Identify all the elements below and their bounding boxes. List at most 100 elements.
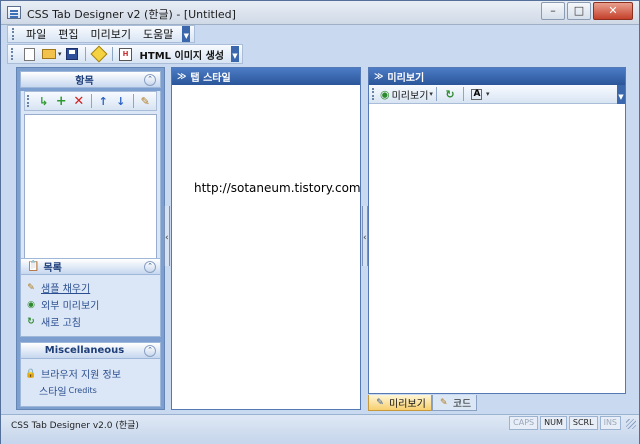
browser-support-link[interactable]: 🔒 브라우저 지원 정보 <box>21 365 160 382</box>
caps-indicator: CAPS <box>509 416 539 430</box>
add-child-button[interactable]: ↳ <box>37 93 51 109</box>
menu-grip[interactable] <box>12 28 15 40</box>
new-file-icon <box>23 47 35 61</box>
help-icon <box>90 45 108 63</box>
toolbar-separator <box>462 87 464 101</box>
pane-chevron-icon: ≫ <box>374 71 384 82</box>
html-image-icon: H <box>119 47 133 61</box>
arrow-up-icon: ↑ <box>98 94 108 108</box>
toolbar-separator <box>435 87 437 101</box>
fill-sample-label: 샘플 채우기 <box>41 284 91 295</box>
credits-label: Credits <box>68 386 97 395</box>
num-indicator: NUM <box>540 416 567 430</box>
items-toolbar-grip[interactable] <box>27 95 30 107</box>
arrow-down-icon: ↓ <box>116 94 126 108</box>
code-tab-icon: ✎ <box>440 397 448 408</box>
toolbar-separator <box>84 47 86 61</box>
preview-toolbar-chevron-icon[interactable]: ▼ <box>617 85 625 104</box>
list-group-title: 목록 <box>43 263 62 274</box>
items-list[interactable] <box>24 114 157 269</box>
browser-support-label: 브라우저 지원 정보 <box>41 370 121 381</box>
generate-html-label[interactable]: HTML 이미지 생성 <box>136 47 228 62</box>
misc-group-title: Miscellaneous <box>44 345 125 356</box>
misc-group-header[interactable]: Miscellaneous ⌃ <box>20 342 161 359</box>
style-label: 스타일 <box>39 387 67 398</box>
toolbar-separator <box>132 94 134 108</box>
tab-style-pane: ≫ 탭 스타일 <box>171 67 361 410</box>
blog-url-text: http://sotaneum.tistory.com <box>194 181 361 195</box>
delete-item-button[interactable]: ✕ <box>72 93 86 109</box>
plus-icon: + <box>55 93 67 109</box>
refresh-icon: ↻ <box>27 316 35 327</box>
splitter-arrow-icon[interactable]: ‹ <box>165 233 169 243</box>
collapse-chevron-icon[interactable]: ⌃ <box>144 74 156 86</box>
window-title: CSS Tab Designer v2 (한글) - [Untitled] <box>27 8 236 21</box>
menu-preview[interactable]: 미리보기 <box>85 26 137 42</box>
new-file-button[interactable] <box>21 46 37 62</box>
collapse-chevron-icon[interactable]: ⌃ <box>144 345 156 357</box>
tab-preview-label: 미리보기 <box>389 399 426 410</box>
refresh-link[interactable]: ↻ 새로 고침 <box>21 313 160 330</box>
minimize-button[interactable]: – <box>541 2 565 20</box>
preview-content[interactable] <box>369 104 625 393</box>
toolbar-separator <box>111 47 113 61</box>
save-disk-icon <box>65 48 78 60</box>
move-up-button[interactable]: ↑ <box>96 93 110 109</box>
globe-icon: ◉ <box>27 299 35 310</box>
preview-tab-icon: ✎ <box>376 397 384 408</box>
refresh-preview-button[interactable]: ↻ <box>442 86 458 102</box>
tab-style-header: ≫ 탭 스타일 <box>172 68 360 85</box>
list-group-body: ✎ 샘플 채우기 ◉ 외부 미리보기 ↻ 새로 고침 <box>20 275 161 337</box>
font-size-button[interactable]: A <box>469 86 485 102</box>
credits-link[interactable]: 스타일 Credits <box>21 382 160 399</box>
open-folder-icon <box>42 49 56 59</box>
move-down-button[interactable]: ↓ <box>114 93 128 109</box>
preview-dropdown-button[interactable]: 미리보기 <box>390 87 431 102</box>
font-size-icon: A <box>471 88 483 100</box>
preview-code-tabs: ✎ 미리보기 ✎ 코드 <box>368 394 626 411</box>
font-size-dropdown-arrow-icon[interactable]: ▾ <box>486 90 490 98</box>
items-toolbar: ↳ + ✕ ↑ ↓ ✎ <box>24 91 157 111</box>
tab-style-body[interactable] <box>172 85 360 409</box>
tab-preview[interactable]: ✎ 미리보기 <box>368 395 432 411</box>
list-group-header[interactable]: 📋 목록 ⌃ <box>20 258 161 275</box>
menu-help[interactable]: 도움말 <box>137 26 179 42</box>
preview-dropdown-arrow-icon[interactable]: ▾ <box>429 90 433 98</box>
ins-indicator: INS <box>599 416 621 430</box>
close-button[interactable]: ✕ <box>593 2 633 20</box>
menu-bar: 파일 편집 미리보기 도움말 ▼ <box>7 25 196 43</box>
toolbar-separator <box>90 94 92 108</box>
menu-edit[interactable]: 편집 <box>52 26 84 42</box>
preview-pane: ≫ 미리보기 ◉ 미리보기 ▾ ↻ A ▾ ▼ <box>368 67 626 394</box>
title-bar: CSS Tab Designer v2 (한글) - [Untitled] – … <box>1 1 639 25</box>
fill-sample-link[interactable]: ✎ 샘플 채우기 <box>21 279 160 296</box>
preview-toolbar: ◉ 미리보기 ▾ ↻ A ▾ ▼ <box>369 85 625 104</box>
pane-chevron-icon: ≫ <box>177 71 187 82</box>
lock-icon: 🔒 <box>25 368 37 379</box>
add-item-button[interactable]: + <box>54 93 68 109</box>
toolbar-grip[interactable] <box>11 48 14 60</box>
menu-overflow-chevron-icon[interactable]: ▼ <box>182 26 191 42</box>
fill-sample-icon: ✎ <box>27 282 35 293</box>
tab-style-title: 탭 스타일 <box>190 73 231 84</box>
collapse-chevron-icon[interactable]: ⌃ <box>144 261 156 273</box>
save-button[interactable] <box>64 46 80 62</box>
open-dropdown-arrow-icon[interactable]: ▾ <box>58 50 62 58</box>
preview-toolbar-grip[interactable] <box>372 88 375 100</box>
open-file-button[interactable] <box>41 46 57 62</box>
window-controls: – □ ✕ <box>539 2 633 20</box>
maximize-button[interactable]: □ <box>567 2 591 20</box>
add-child-icon: ↳ <box>39 94 49 108</box>
splitter-arrow-icon[interactable]: ‹ <box>363 233 367 243</box>
resize-grip-icon[interactable] <box>626 419 636 429</box>
menu-file[interactable]: 파일 <box>20 26 52 42</box>
help-button[interactable] <box>90 45 108 63</box>
status-panels: CAPS NUM SCRL INS <box>507 416 621 430</box>
tab-code[interactable]: ✎ 코드 <box>431 395 478 411</box>
items-group-header[interactable]: 항목 ⌃ <box>20 71 161 88</box>
edit-item-button[interactable]: ✎ <box>138 93 152 109</box>
toolbar-overflow-chevron-icon[interactable]: ▼ <box>231 46 239 62</box>
external-preview-link[interactable]: ◉ 외부 미리보기 <box>21 296 160 313</box>
items-group-title: 항목 <box>75 76 94 87</box>
generate-html-button[interactable]: H <box>118 46 134 62</box>
